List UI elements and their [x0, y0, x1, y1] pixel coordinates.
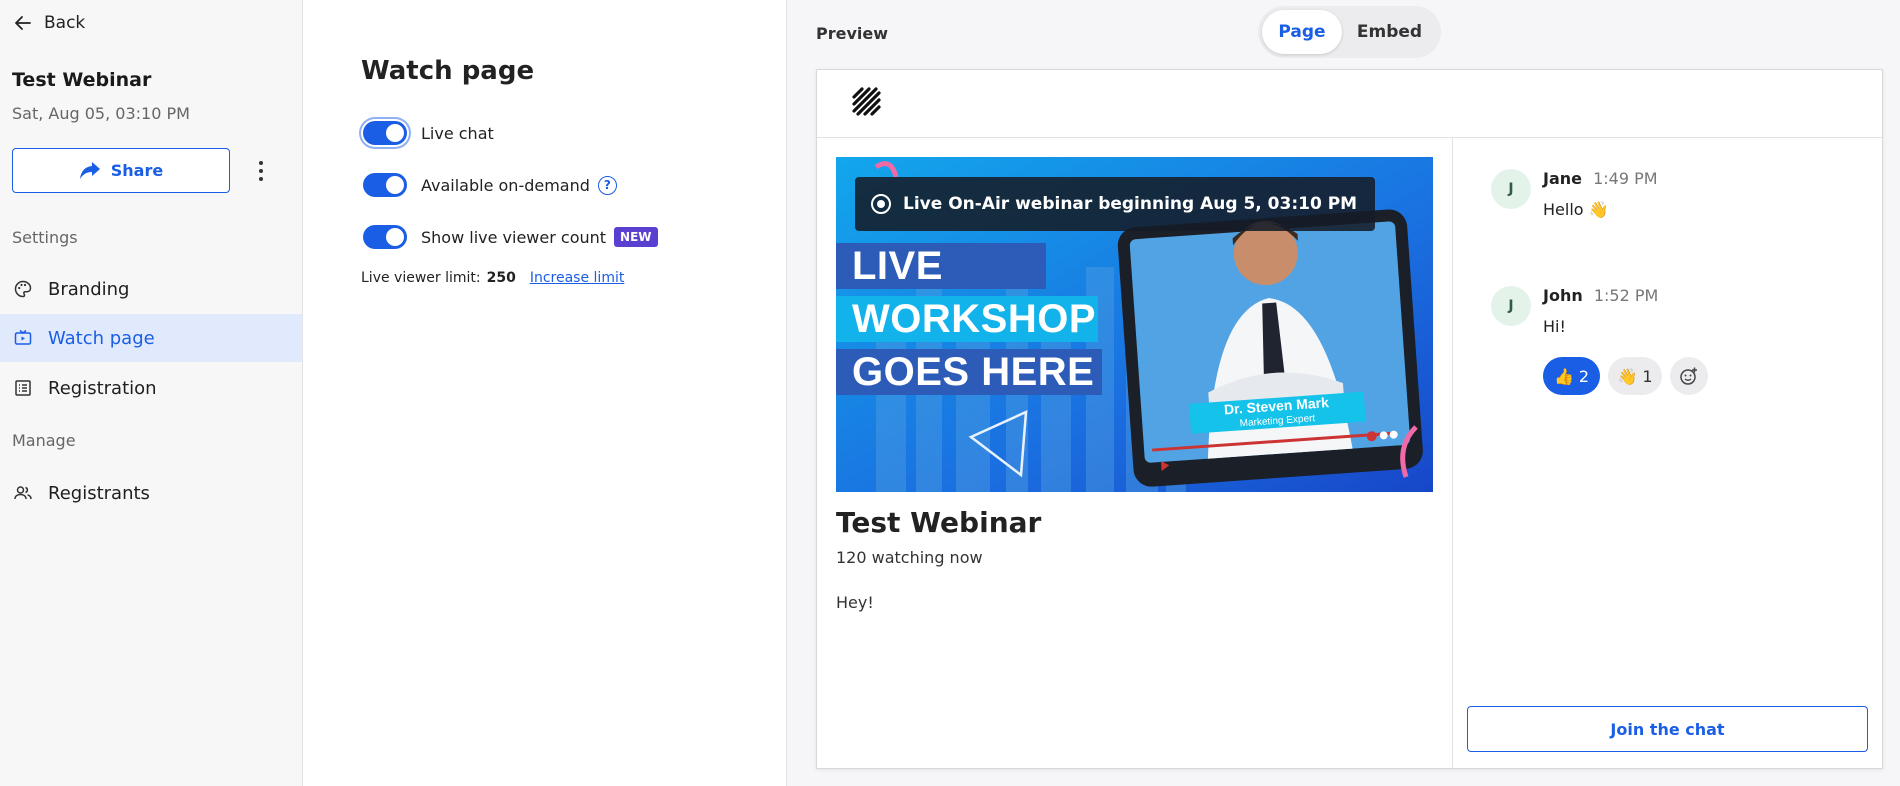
- thumbs-up-emoji: 👍: [1553, 366, 1574, 386]
- share-button[interactable]: Share: [12, 148, 230, 193]
- viewer-limit-label: Live viewer limit:: [361, 270, 481, 286]
- message-time: 1:49 PM: [1593, 169, 1658, 188]
- tab-embed[interactable]: Embed: [1342, 10, 1437, 54]
- reaction-count: 2: [1578, 366, 1590, 386]
- webinar-description: Hey!: [836, 593, 874, 612]
- preview-header: [817, 70, 1882, 138]
- sidebar-item-label: Registrants: [48, 482, 150, 504]
- sidebar-item-watch-page[interactable]: Watch page: [0, 314, 302, 362]
- arrow-left-icon: [15, 16, 31, 30]
- help-icon[interactable]: ?: [597, 175, 617, 195]
- join-chat-button[interactable]: Join the chat: [1467, 706, 1868, 752]
- preview-mode-toggle: Page Embed: [1258, 6, 1441, 58]
- reaction-thumbs-up[interactable]: 👍 2: [1543, 357, 1600, 395]
- share-label: Share: [110, 161, 164, 180]
- record-icon: [871, 194, 891, 214]
- video-line-1: LIVE: [836, 243, 1046, 289]
- sidebar-item-registrants[interactable]: Registrants: [0, 469, 302, 517]
- preview-panel: Preview Page Embed Dr. Steven Mark Marke…: [787, 0, 1900, 786]
- video-line-2: WORKSHOP: [836, 296, 1098, 342]
- settings-section-label: Settings: [12, 228, 78, 247]
- live-banner-text: Live On-Air webinar beginning Aug 5, 03:…: [903, 194, 1358, 214]
- more-options-icon[interactable]: [250, 156, 272, 186]
- reactions: 👍 2 👋 1: [1543, 357, 1708, 395]
- message-text: Hi!: [1543, 317, 1566, 336]
- webinar-date: Sat, Aug 05, 03:10 PM: [12, 104, 190, 123]
- registrants-icon: [14, 486, 32, 500]
- message-text: Hello 👋: [1543, 200, 1609, 219]
- author-name: Jane: [1543, 169, 1582, 188]
- chat-panel: J Jane 1:49 PM Hello 👋 J John 1:52 PM Hi…: [1452, 138, 1882, 768]
- video-line-3: GOES HERE: [836, 349, 1102, 395]
- palette-icon: [14, 280, 32, 298]
- increase-limit-link[interactable]: Increase limit: [530, 270, 625, 286]
- message-header: Jane 1:49 PM: [1543, 169, 1658, 188]
- new-badge: NEW: [614, 227, 658, 247]
- sidebar-item-branding[interactable]: Branding: [0, 265, 302, 313]
- add-reaction-button[interactable]: [1670, 357, 1708, 395]
- preview-frame: Dr. Steven Mark Marketing Expert LIVE WO…: [816, 69, 1883, 769]
- author-name: John: [1543, 286, 1583, 305]
- preview-webinar-title: Test Webinar: [836, 506, 1042, 539]
- page-title: Watch page: [361, 56, 535, 86]
- live-chat-label: Live chat: [421, 123, 494, 143]
- viewer-count-label: Show live viewer count: [421, 227, 607, 247]
- add-emoji-icon: [1680, 367, 1697, 385]
- tab-page[interactable]: Page: [1262, 10, 1342, 54]
- viewer-count: 120 watching now: [836, 548, 983, 567]
- message-time: 1:52 PM: [1593, 286, 1659, 305]
- on-demand-row: Available on-demand ?: [363, 173, 617, 197]
- preview-label: Preview: [816, 24, 889, 43]
- viewer-count-toggle[interactable]: [363, 225, 407, 249]
- share-arrow-icon: [79, 161, 100, 179]
- viewer-count-row: Show live viewer count NEW: [363, 225, 658, 249]
- sidebar-item-registration[interactable]: Registration: [0, 364, 302, 412]
- registration-icon: [15, 380, 31, 396]
- brand-logo-icon: [852, 87, 881, 116]
- on-demand-toggle[interactable]: [363, 173, 407, 197]
- live-status-banner: Live On-Air webinar beginning Aug 5, 03:…: [855, 177, 1376, 231]
- sidebar-item-label: Branding: [48, 278, 130, 300]
- video-player[interactable]: Dr. Steven Mark Marketing Expert LIVE WO…: [836, 157, 1433, 492]
- wave-emoji: 👋: [1617, 366, 1638, 386]
- avatar: J: [1491, 286, 1531, 326]
- sidebar-item-label: Registration: [48, 377, 157, 399]
- sidebar-item-label: Watch page: [48, 327, 155, 349]
- back-label: Back: [44, 13, 86, 33]
- settings-panel: Watch page Live chat Available on-demand…: [303, 0, 787, 786]
- reaction-wave[interactable]: 👋 1: [1608, 357, 1662, 395]
- sidebar: Back Test Webinar Sat, Aug 05, 03:10 PM …: [0, 0, 303, 786]
- on-demand-label: Available on-demand: [421, 175, 590, 195]
- manage-section-label: Manage: [12, 431, 76, 450]
- viewer-limit-row: Live viewer limit: 250 Increase limit: [361, 270, 624, 286]
- live-chat-toggle[interactable]: [363, 121, 407, 145]
- message-header: John 1:52 PM: [1543, 286, 1658, 305]
- back-button[interactable]: Back: [14, 13, 85, 33]
- avatar: J: [1491, 169, 1531, 209]
- watch-page-icon: [14, 329, 32, 345]
- live-chat-row: Live chat: [363, 121, 494, 145]
- reaction-count: 1: [1642, 366, 1653, 386]
- webinar-title: Test Webinar: [12, 69, 152, 91]
- viewer-limit-value: 250: [486, 270, 516, 286]
